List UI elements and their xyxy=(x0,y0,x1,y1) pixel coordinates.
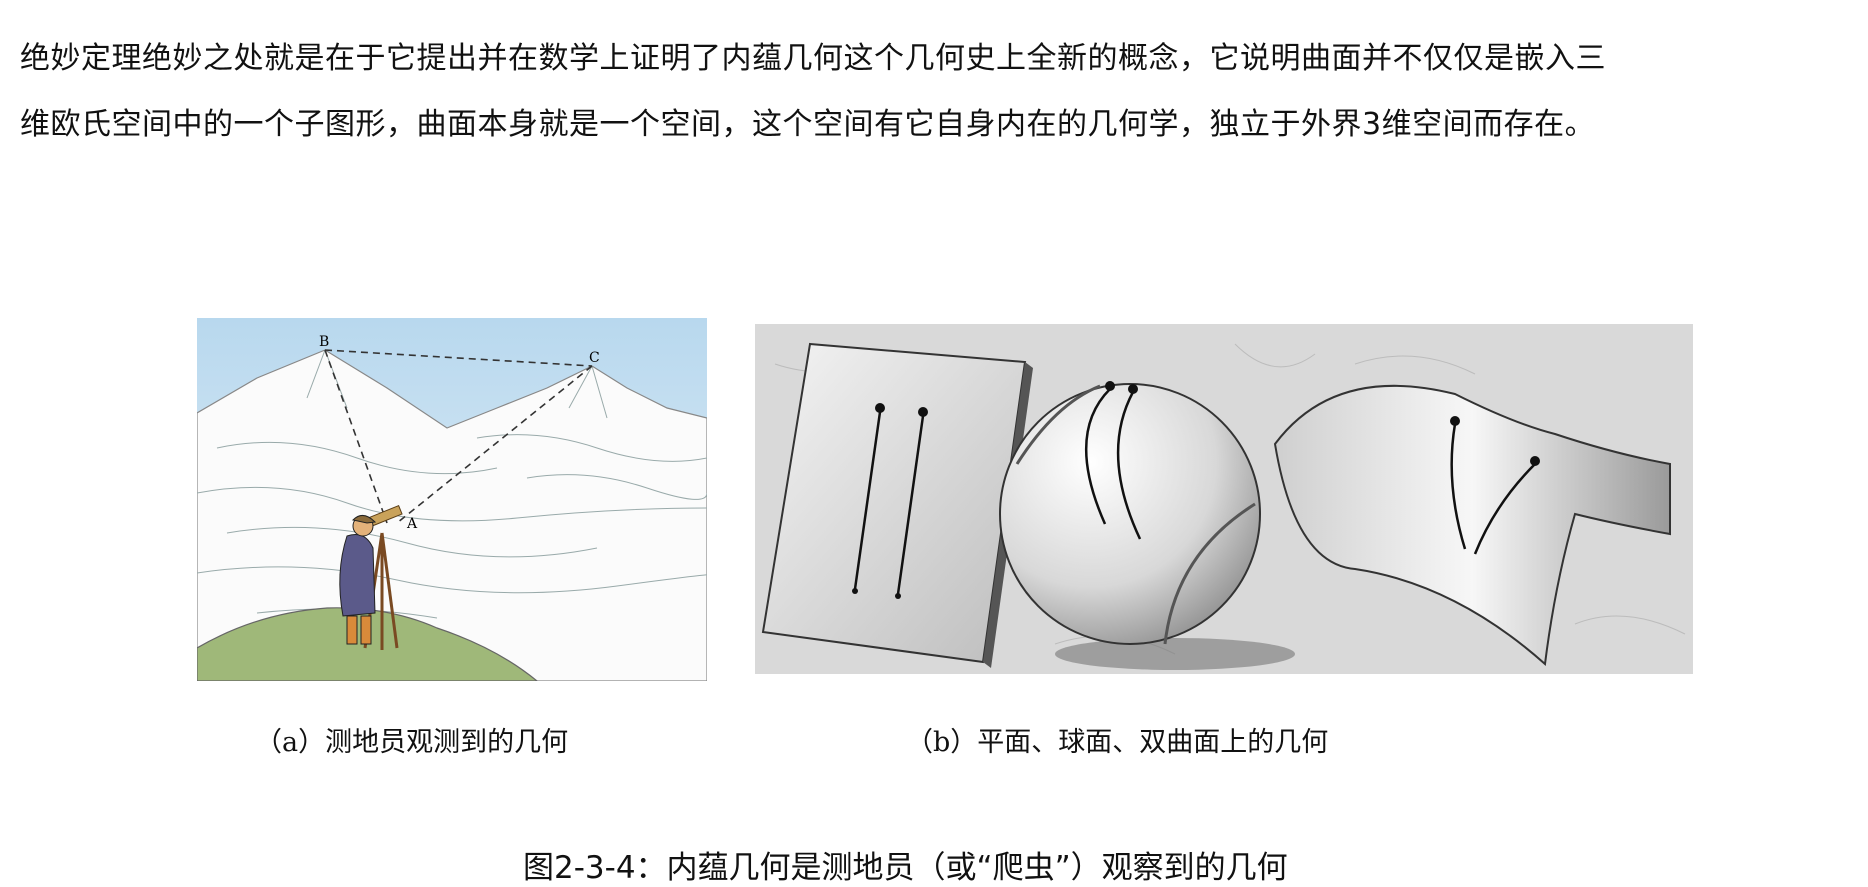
label-b: B xyxy=(319,334,329,350)
subcaption-a: （a）测地员观测到的几何 xyxy=(255,727,569,758)
flat-plane xyxy=(761,342,1033,668)
paragraph-line-2: 维欧氏空间中的一个子图形，曲面本身就是一个空间，这个空间有它自身内在的几何学，独… xyxy=(20,107,1596,142)
surveyor-illustration: B C A xyxy=(197,318,707,681)
body-paragraph: 绝妙定理绝妙之处就是在于它提出并在数学上证明了内蕴几何这个几何史上全新的概念，它… xyxy=(20,26,1850,158)
label-c: C xyxy=(589,350,600,366)
subcaption-b: （b）平面、球面、双曲面上的几何 xyxy=(906,727,1329,758)
label-a: A xyxy=(406,516,418,532)
surfaces-illustration xyxy=(755,324,1693,674)
paragraph-line-1: 绝妙定理绝妙之处就是在于它提出并在数学上证明了内蕴几何这个几何史上全新的概念，它… xyxy=(20,41,1606,76)
figure-caption: 图2-3-4：内蕴几何是测地员（或“爬虫”）观察到的几何 xyxy=(523,850,1288,886)
